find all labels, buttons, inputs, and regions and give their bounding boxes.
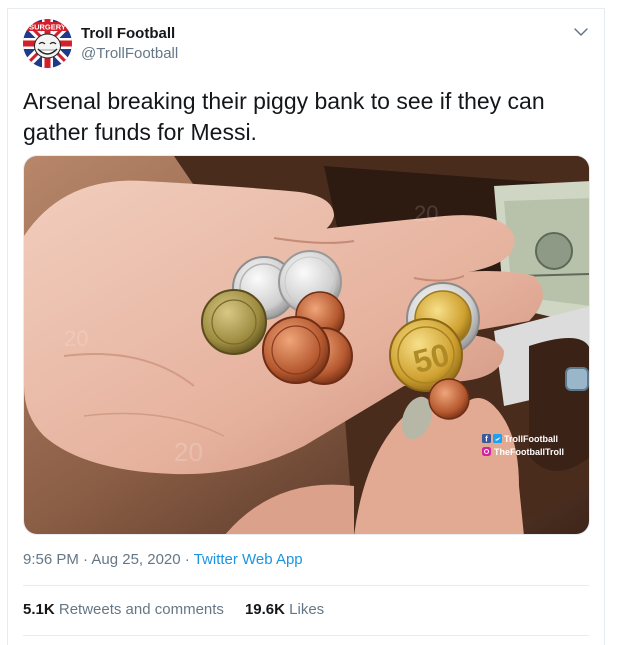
card-border-top [7, 8, 605, 9]
svg-text:20: 20 [414, 201, 438, 226]
svg-text:20: 20 [174, 437, 203, 467]
tweet-text: Arsenal breaking their piggy bank to see… [23, 88, 545, 145]
retweets-label: Retweets and comments [58, 601, 224, 618]
avatar[interactable]: SURGERY [23, 19, 72, 68]
author-handle[interactable]: @TrollFootball [81, 45, 178, 62]
author-name[interactable]: Troll Football [81, 25, 175, 42]
instagram-icon [482, 447, 491, 456]
meta-separator: · [180, 551, 194, 568]
avatar-badge-text: SURGERY [29, 23, 66, 32]
coins-in-hand-photo: 50 20 20 20 f TrollFootball TheFootballT… [24, 156, 589, 534]
tweet-media-photo[interactable]: 50 20 20 20 f TrollFootball TheFootballT… [23, 155, 590, 535]
tweet-card: SURGERY Troll Football @TrollFootball Ar… [0, 0, 619, 645]
tweet-timestamp[interactable]: 9:56 PM · Aug 25, 2020 [23, 551, 181, 568]
twitter-icon [493, 434, 502, 443]
watermark-twitter-handle: TrollFootball [504, 434, 558, 444]
retweets-stat[interactable]: 5.1K Retweets and comments [23, 601, 224, 618]
retweets-count: 5.1K [23, 601, 55, 618]
card-border-left [7, 8, 8, 645]
likes-stat[interactable]: 19.6K Likes [245, 601, 324, 618]
divider [23, 585, 589, 586]
tweet-stats: 5.1K Retweets and comments 19.6K Likes [23, 601, 324, 618]
watermark-instagram-handle: TheFootballTroll [494, 447, 564, 457]
source-app-link[interactable]: Twitter Web App [194, 551, 303, 568]
chevron-down-icon[interactable] [573, 24, 589, 40]
svg-text:f: f [485, 435, 488, 444]
svg-text:20: 20 [64, 326, 88, 351]
likes-label: Likes [289, 601, 325, 618]
card-border-right [604, 8, 605, 645]
tweet-metadata: 9:56 PM · Aug 25, 2020 · Twitter Web App [23, 551, 303, 568]
divider [23, 635, 589, 636]
likes-count: 19.6K [244, 601, 285, 618]
avatar-image: SURGERY [23, 19, 72, 68]
facebook-icon: f [482, 434, 491, 444]
